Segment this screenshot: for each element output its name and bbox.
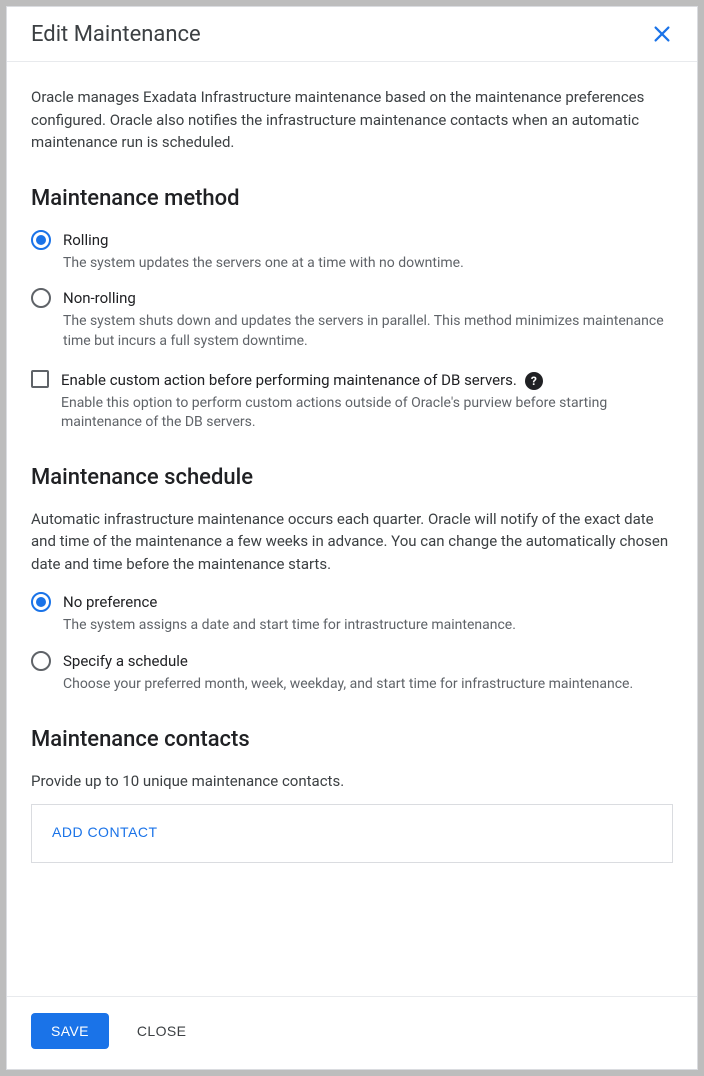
add-contact-button[interactable]: ADD CONTACT [52,824,158,840]
edit-maintenance-dialog: Edit Maintenance Oracle manages Exadata … [6,6,698,1070]
close-icon [651,23,673,45]
radio-icon [31,592,51,612]
method-option-rolling[interactable]: Rolling The system updates the servers o… [31,229,673,274]
contacts-box: ADD CONTACT [31,804,673,863]
radio-icon [31,288,51,308]
option-desc: The system shuts down and updates the se… [63,312,673,351]
method-option-nonrolling[interactable]: Non-rolling The system shuts down and up… [31,287,673,351]
option-desc: Choose your preferred month, week, weekd… [63,675,673,695]
radio-icon [31,651,51,671]
radio-icon [31,230,51,250]
dialog-body: Oracle manages Exadata Infrastructure ma… [7,62,697,996]
schedule-option-specify[interactable]: Specify a schedule Choose your preferred… [31,650,673,695]
option-desc: The system updates the servers one at a … [63,254,673,274]
maintenance-schedule-heading: Maintenance schedule [31,461,673,494]
dialog-footer: SAVE CLOSE [7,996,697,1069]
option-desc: Enable this option to perform custom act… [61,394,673,433]
maintenance-method-heading: Maintenance method [31,182,673,215]
option-label: Rolling [63,231,108,249]
help-icon[interactable]: ? [525,372,543,390]
custom-action-checkbox-row[interactable]: Enable custom action before performing m… [31,369,673,433]
schedule-option-nopref[interactable]: No preference The system assigns a date … [31,591,673,636]
save-button[interactable]: SAVE [31,1013,109,1049]
dialog-header: Edit Maintenance [7,7,697,62]
option-label: Enable custom action before performing m… [61,369,517,392]
contacts-desc: Provide up to 10 unique maintenance cont… [31,770,673,793]
checkbox-icon [31,370,49,388]
dialog-title: Edit Maintenance [31,22,201,47]
option-label: Non-rolling [63,289,136,307]
close-button[interactable]: CLOSE [133,1013,190,1049]
intro-text: Oracle manages Exadata Infrastructure ma… [31,86,673,154]
option-label: Specify a schedule [63,652,188,670]
schedule-desc: Automatic infrastructure maintenance occ… [31,508,673,576]
close-icon-button[interactable] [647,19,677,49]
option-label: No preference [63,593,157,611]
option-desc: The system assigns a date and start time… [63,616,673,636]
maintenance-contacts-heading: Maintenance contacts [31,723,673,756]
